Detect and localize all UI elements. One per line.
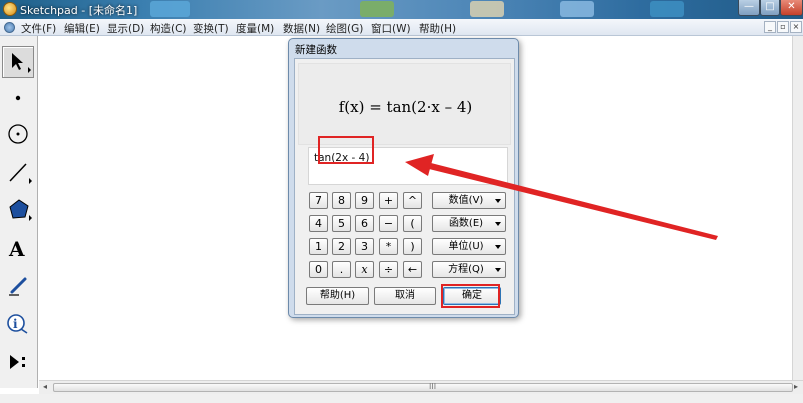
background-decoration [470,1,504,17]
straightedge-tool[interactable] [2,156,34,188]
background-decoration [150,1,190,17]
values-dropdown-label: 数值(V) [448,195,484,206]
key-5[interactable]: 5 [332,215,351,232]
function-preview-text: f(x) = tan(2·x – 4) [338,98,473,116]
horizontal-scrollbar[interactable]: ◂ III ▸ [39,380,803,394]
key-1[interactable]: 1 [309,238,328,255]
help-button[interactable]: 帮助(H) [306,287,369,305]
values-dropdown[interactable]: 数值(V) [432,192,506,209]
scroll-grip: III [429,382,437,391]
dialog-title: 新建函数 [295,44,337,56]
marker-icon [9,277,27,296]
polygon-tool[interactable] [2,193,34,225]
key-power[interactable]: ^ [403,192,422,209]
mdi-restore-button[interactable]: ▫ [777,21,789,33]
equation-dropdown-label: 方程(Q) [448,264,484,275]
svg-text:A: A [8,237,25,259]
text-icon: A [8,237,25,259]
vertical-scrollbar[interactable] [792,36,803,380]
key-9[interactable]: 9 [355,192,374,209]
key-multiply[interactable]: * [379,238,398,255]
scroll-right-icon[interactable]: ▸ [794,382,798,391]
background-decoration [560,1,594,17]
key-backspace[interactable]: ← [403,261,422,278]
maximize-button[interactable]: □ [760,0,780,16]
key-minus[interactable]: − [379,215,398,232]
point-icon [15,95,21,101]
functions-dropdown[interactable]: 函数(E) [432,215,506,232]
information-tool[interactable]: i [2,308,34,340]
highlight-ok-box [441,284,500,308]
text-tool[interactable]: A [2,232,34,264]
svg-text:i: i [13,317,18,331]
function-preview: f(x) = tan(2·x – 4) [298,63,511,145]
close-button[interactable]: ✕ [780,0,803,16]
document-icon[interactable] [4,22,15,33]
menu-bar: 文件(F) 编辑(E) 显示(D) 构造(C) 变换(T) 度量(M) 数据(N… [0,19,803,36]
cancel-button[interactable]: 取消 [374,287,436,305]
key-8[interactable]: 8 [332,192,351,209]
menu-help[interactable]: 帮助(H) [419,21,456,36]
minimize-button[interactable]: — [738,0,760,16]
background-decoration [360,1,394,17]
key-7[interactable]: 7 [309,192,328,209]
highlight-expression-box [318,136,374,164]
key-decimal[interactable]: . [332,261,351,278]
key-3[interactable]: 3 [355,238,374,255]
key-divide[interactable]: ÷ [379,261,398,278]
key-0[interactable]: 0 [309,261,328,278]
sketchpad-app-icon[interactable] [3,2,17,16]
equation-dropdown[interactable]: 方程(Q) [432,261,506,278]
custom-tools-icon [10,355,25,369]
title-bar: Sketchpad - [未命名1] — □ ✕ [0,0,803,19]
menu-graph[interactable]: 绘图(G) [326,21,363,36]
arrow-select-tool[interactable] [2,46,34,78]
marker-tool[interactable] [2,270,34,302]
information-icon: i [7,314,28,334]
key-2[interactable]: 2 [332,238,351,255]
menu-edit[interactable]: 编辑(E) [64,21,100,36]
chevron-down-icon [495,222,501,226]
polygon-icon [9,199,29,219]
key-close-paren[interactable]: ) [403,238,422,255]
point-tool[interactable] [2,82,34,114]
units-dropdown[interactable]: 单位(U) [432,238,506,255]
menu-data[interactable]: 数据(N) [283,21,320,36]
straightedge-icon [9,163,27,182]
chevron-down-icon [495,199,501,203]
chevron-down-icon [495,245,501,249]
key-6[interactable]: 6 [355,215,374,232]
key-open-paren[interactable]: ( [403,215,422,232]
custom-tools[interactable] [2,346,34,378]
menu-window[interactable]: 窗口(W) [371,21,411,36]
menu-measure[interactable]: 度量(M) [236,21,274,36]
functions-dropdown-label: 函数(E) [448,218,484,229]
menu-transform[interactable]: 变换(T) [193,21,229,36]
key-plus[interactable]: + [379,192,398,209]
menu-file[interactable]: 文件(F) [21,21,56,36]
compass-tool[interactable] [2,118,34,150]
new-function-dialog: 新建函数 f(x) = tan(2·x – 4) tan(2x - 4) 7 8… [288,38,519,318]
mdi-minimize-button[interactable]: _ [764,21,776,33]
toolbox: A i [0,36,38,388]
scroll-left-icon[interactable]: ◂ [43,382,47,391]
status-bar [0,394,803,403]
chevron-down-icon [495,268,501,272]
background-decoration [650,1,684,17]
menu-construct[interactable]: 构造(C) [150,21,187,36]
arrow-select-icon [12,53,23,70]
mdi-close-button[interactable]: × [790,21,802,33]
units-dropdown-label: 单位(U) [448,241,484,252]
menu-display[interactable]: 显示(D) [107,21,144,36]
key-x[interactable]: x [355,261,374,278]
window-title: Sketchpad - [未命名1] [20,4,138,17]
dialog-body: f(x) = tan(2·x – 4) tan(2x - 4) 7 8 9 + … [294,58,515,315]
scroll-thumb[interactable]: III [53,382,793,392]
compass-icon [8,124,28,144]
key-4[interactable]: 4 [309,215,328,232]
